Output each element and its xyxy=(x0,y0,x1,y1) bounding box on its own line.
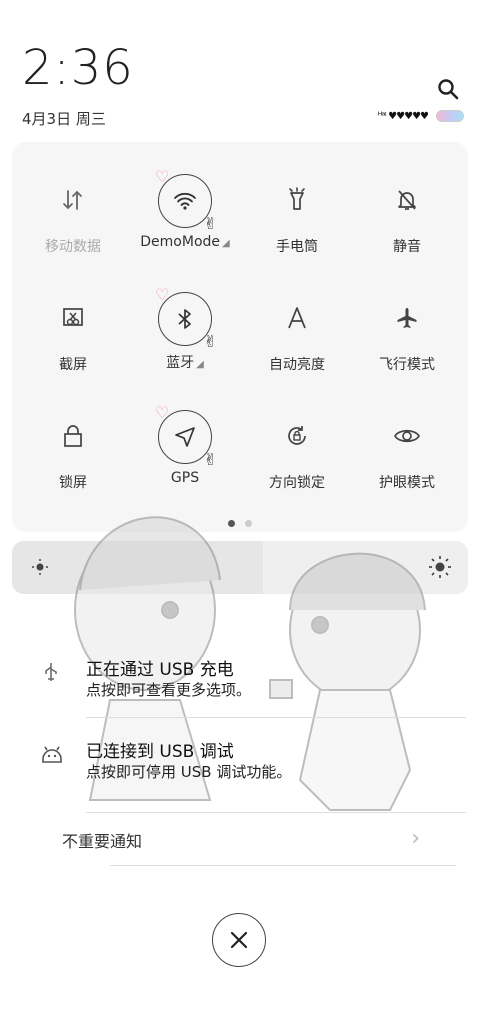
clock-time: 2:36 xyxy=(22,40,134,96)
hand-icon: ✌ xyxy=(203,450,217,469)
tile-wifi[interactable]: ♡ ✌ DemoMode ◢ xyxy=(128,142,242,260)
tile-label: DemoMode ◢ xyxy=(140,234,230,250)
brightness-low-icon xyxy=(32,559,48,575)
gps-icon: ♡ ✌ xyxy=(155,403,217,469)
tile-label: 蓝牙 ◢ xyxy=(166,355,204,371)
tile-airplane[interactable]: 飞行模式 xyxy=(350,260,464,378)
battery-icon xyxy=(436,110,464,122)
tile-bluetooth[interactable]: ♡ ✌ 蓝牙 ◢ xyxy=(128,260,242,378)
usb-icon xyxy=(40,661,64,685)
eye-icon xyxy=(377,406,437,466)
mobile-data-icon xyxy=(43,170,103,230)
tile-auto-brightness[interactable]: 自动亮度 xyxy=(240,260,354,378)
search-button[interactable] xyxy=(434,75,462,103)
notification-title: 正在通过 USB 充电 xyxy=(86,660,234,680)
flashlight-icon xyxy=(267,170,327,230)
heart-icon: ♡ xyxy=(155,403,170,422)
tile-mute[interactable]: 静音 xyxy=(350,142,464,260)
tile-label: 自动亮度 xyxy=(269,357,325,373)
screenshot-icon xyxy=(43,288,103,348)
mute-icon xyxy=(377,170,437,230)
airplane-icon xyxy=(377,288,437,348)
divider xyxy=(86,717,466,718)
status-indicators: ᴴᵃᶦ ♥♥♥♥♥ xyxy=(378,110,464,122)
tile-label: 飞行模式 xyxy=(379,357,435,373)
tile-flashlight[interactable]: 手电筒 xyxy=(240,142,354,260)
lock-icon xyxy=(43,406,103,466)
rotation-lock-icon xyxy=(267,406,327,466)
heart-icon: ♡ xyxy=(155,285,170,304)
tile-label: 截屏 xyxy=(59,357,87,373)
hand-icon: ✌ xyxy=(203,214,217,233)
android-debug-icon xyxy=(40,743,64,767)
status-decoration: ᴴᵃᶦ ♥♥♥♥♥ xyxy=(377,110,429,122)
notification-subtitle: 点按即可停用 USB 调试功能。 xyxy=(86,763,292,781)
unimportant-notifications-link[interactable]: 不重要通知 xyxy=(62,828,142,852)
wifi-icon: ♡ ✌ xyxy=(155,167,217,233)
divider xyxy=(110,865,456,866)
bluetooth-icon: ♡ ✌ xyxy=(155,285,217,351)
date-label: 4月3日 周三 xyxy=(22,110,106,128)
tile-label: 手电筒 xyxy=(276,239,318,255)
divider xyxy=(86,812,466,813)
hand-icon: ✌ xyxy=(203,332,217,351)
notification-usb-debug[interactable]: 已连接到 USB 调试 点按即可停用 USB 调试功能。 xyxy=(40,737,460,787)
clear-all-button[interactable] xyxy=(212,913,266,967)
auto-brightness-icon xyxy=(267,288,327,348)
tile-label: 移动数据 xyxy=(45,239,101,255)
notification-usb-charging[interactable]: 正在通过 USB 充电 点按即可查看更多选项。 xyxy=(40,655,460,705)
heart-icon: ♡ xyxy=(155,167,170,186)
close-icon xyxy=(230,931,248,949)
tile-mobile-data[interactable]: 移动数据 xyxy=(16,142,130,260)
search-icon xyxy=(438,79,459,100)
tile-screenshot[interactable]: 截屏 xyxy=(16,260,130,378)
chevron-right-icon[interactable]: › xyxy=(411,826,420,851)
tile-label: 静音 xyxy=(393,239,421,255)
notification-subtitle: 点按即可查看更多选项。 xyxy=(86,681,252,699)
notification-title: 已连接到 USB 调试 xyxy=(86,742,234,762)
notification-shade: 2:36 4月3日 周三 ᴴᵃᶦ ♥♥♥♥♥ 移动数据 ♡ ✌ DemoMode… xyxy=(0,0,480,1013)
